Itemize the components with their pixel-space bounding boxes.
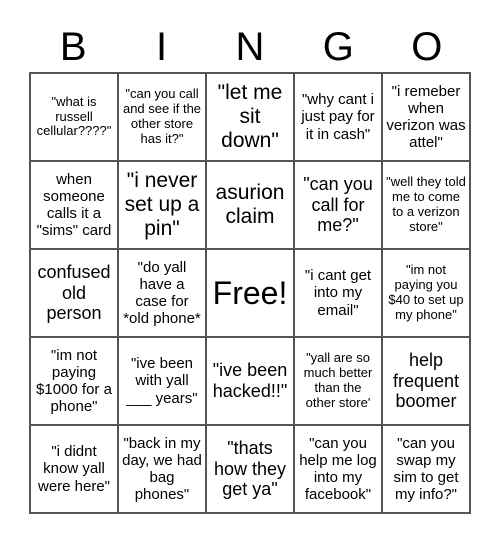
bingo-cell-text: "can you swap my sim to get my info?"	[393, 434, 459, 504]
bingo-cell-text: "what is russell cellular????"	[36, 93, 112, 139]
bingo-cell[interactable]: "can you swap my sim to get my info?"	[382, 425, 470, 513]
bingo-cell[interactable]: help frequent boomer	[382, 337, 470, 425]
bingo-cell-text: "im not paying $1000 for a phone"	[36, 346, 112, 416]
bingo-cell[interactable]: "do yall have a case for *old phone*	[118, 249, 206, 337]
bingo-cell-text: "well they told me to come to a verizon …	[386, 174, 466, 234]
bingo-cell[interactable]: "thats how they get ya"	[206, 425, 294, 513]
bingo-cell[interactable]: "im not paying you $40 to set up my phon…	[382, 249, 470, 337]
bingo-cell-text: "do yall have a case for *old phone*	[123, 258, 201, 328]
bingo-cell-text: help frequent boomer	[392, 349, 460, 412]
bingo-cell[interactable]: "i never set up a pin"	[118, 161, 206, 249]
bingo-cell[interactable]: asurion claim	[206, 161, 294, 249]
header-letter-n: N	[235, 25, 265, 69]
bingo-cell[interactable]: "ive been with yall ___ years"	[118, 337, 206, 425]
bingo-cell[interactable]: "im not paying $1000 for a phone"	[30, 337, 118, 425]
bingo-header: B I N G O	[29, 22, 471, 72]
bingo-cell-text: "why cant i just pay for it in cash"	[301, 91, 375, 143]
bingo-cell[interactable]: "yall are so much better than the other …	[294, 337, 382, 425]
bingo-cell-text: "yall are so much better than the other …	[303, 350, 373, 410]
bingo-cell-text: "ive been hacked!!"	[212, 360, 288, 401]
bingo-cell-text: "i remeber when verizon was attel"	[386, 82, 466, 152]
bingo-cell[interactable]: "well they told me to come to a verizon …	[382, 161, 470, 249]
bingo-cell[interactable]: "let me sit down"	[206, 73, 294, 161]
bingo-cell-free[interactable]: Free!	[206, 249, 294, 337]
bingo-cell[interactable]: "i didnt know yall were here"	[30, 425, 118, 513]
bingo-cell[interactable]: "can you help me log into my facebook"	[294, 425, 382, 513]
bingo-grid: "what is russell cellular????" "can you c…	[29, 72, 471, 514]
bingo-cell[interactable]: "can you call and see if the other store…	[118, 73, 206, 161]
bingo-cell[interactable]: "back in my day, we had bag phones"	[118, 425, 206, 513]
bingo-cell[interactable]: "can you call for me?"	[294, 161, 382, 249]
bingo-cell-text: "can you help me log into my facebook"	[299, 434, 377, 504]
bingo-cell-text: "ive been with yall ___ years"	[126, 355, 198, 407]
bingo-cell-text: confused old person	[37, 261, 111, 324]
bingo-cell-text: "let me sit down"	[217, 80, 283, 153]
bingo-cell-text: "back in my day, we had bag phones"	[122, 434, 202, 504]
bingo-cell[interactable]: "what is russell cellular????"	[30, 73, 118, 161]
bingo-cell-text: "can you call and see if the other store…	[122, 86, 202, 146]
bingo-cell-text: "can you call for me?"	[303, 173, 373, 236]
bingo-cell-text: asurion claim	[215, 180, 285, 228]
bingo-cell-text: "i didnt know yall were here"	[37, 443, 111, 495]
bingo-cell[interactable]: "i cant get into my email"	[294, 249, 382, 337]
bingo-cell-text: "i cant get into my email"	[304, 267, 372, 319]
bingo-cell[interactable]: "i remeber when verizon was attel"	[382, 73, 470, 161]
bingo-cell-text: when someone calls it a "sims" card	[36, 170, 112, 240]
bingo-cell[interactable]: "ive been hacked!!"	[206, 337, 294, 425]
bingo-cell-text: "i never set up a pin"	[124, 168, 200, 241]
bingo-cell-text: "thats how they get ya"	[213, 437, 287, 500]
bingo-cell[interactable]: confused old person	[30, 249, 118, 337]
bingo-cell-text: Free!	[212, 274, 288, 311]
header-letter-i: I	[156, 25, 168, 69]
header-letter-g: G	[322, 25, 354, 69]
header-letter-b: B	[59, 25, 87, 69]
header-letter-o: O	[411, 25, 443, 69]
bingo-cell-text: "im not paying you $40 to set up my phon…	[388, 262, 464, 322]
bingo-cell[interactable]: "why cant i just pay for it in cash"	[294, 73, 382, 161]
bingo-cell[interactable]: when someone calls it a "sims" card	[30, 161, 118, 249]
